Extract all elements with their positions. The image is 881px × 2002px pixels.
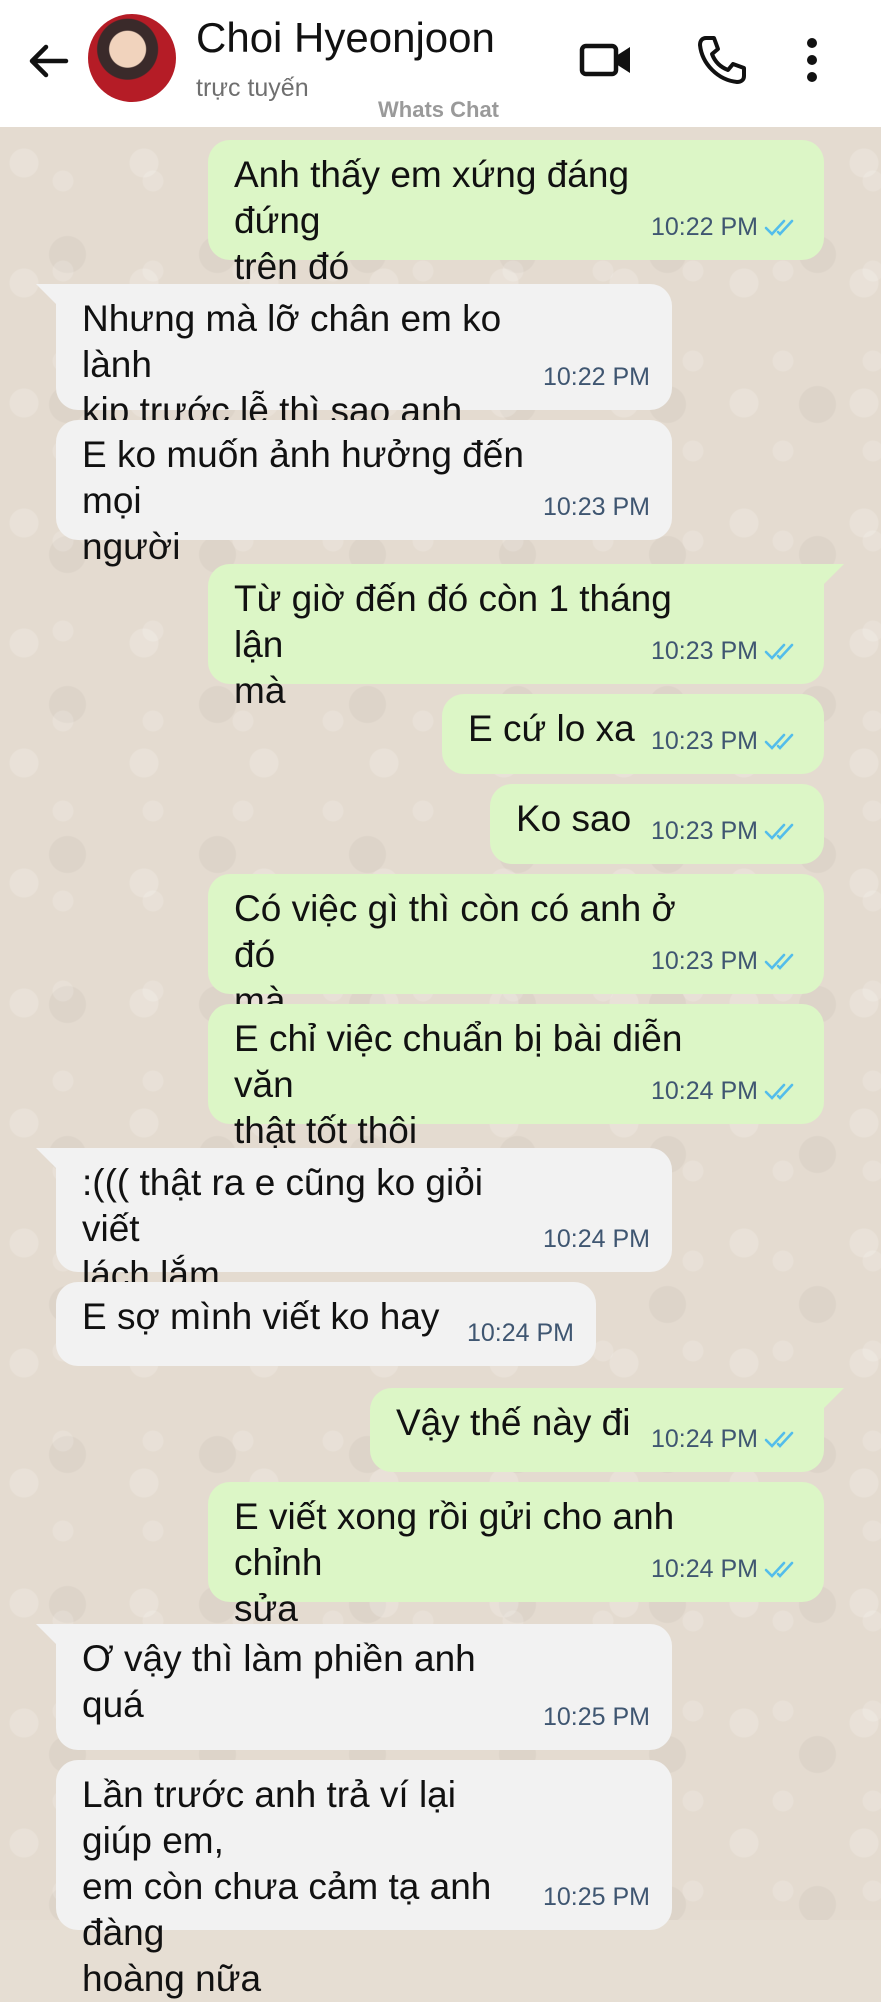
message-meta: 10:24 PM bbox=[467, 1310, 574, 1356]
contact-avatar[interactable] bbox=[88, 14, 176, 102]
message-meta: 10:23 PM bbox=[651, 938, 802, 984]
read-receipt-icon bbox=[764, 823, 794, 840]
message-meta: 10:25 PM bbox=[543, 1874, 650, 1920]
message-text: E sợ mình viết ko hay bbox=[82, 1296, 440, 1337]
more-options-icon[interactable] bbox=[782, 30, 842, 90]
message-timestamp: 10:24 PM bbox=[650, 1425, 758, 1453]
message-timestamp: 10:25 PM bbox=[542, 1703, 650, 1731]
message-meta: 10:23 PM bbox=[651, 718, 802, 764]
message-meta: 10:22 PM bbox=[543, 354, 650, 400]
incoming-message-bubble[interactable]: Lần trước anh trả ví lại giúp em, em còn… bbox=[56, 1760, 672, 1999]
incoming-message-bubble[interactable]: E sợ mình viết ko hay 10:24 PM bbox=[56, 1282, 596, 1366]
outgoing-message-bubble[interactable]: E chỉ việc chuẩn bị bài diễn văn thật tố… bbox=[208, 1004, 824, 1151]
contact-status: trực tuyến bbox=[196, 74, 309, 102]
read-receipt-icon bbox=[764, 643, 794, 660]
read-receipt-icon bbox=[764, 953, 794, 970]
message-meta: 10:24 PM bbox=[651, 1416, 802, 1462]
outgoing-message-bubble[interactable]: Anh thấy em xứng đáng đứng trên đó 10:22 … bbox=[208, 140, 824, 287]
message-text: Lần trước anh trả ví lại giúp em, em còn… bbox=[82, 1774, 492, 1999]
message-timestamp: 10:24 PM bbox=[650, 1555, 758, 1583]
message-timestamp: 10:24 PM bbox=[650, 1077, 758, 1105]
message-timestamp: 10:23 PM bbox=[542, 493, 650, 521]
app-watermark-label: Whats Chat bbox=[378, 97, 499, 122]
message-meta: 10:23 PM bbox=[543, 484, 650, 530]
message-timestamp: 10:23 PM bbox=[650, 947, 758, 975]
outgoing-message-bubble[interactable]: Có việc gì thì còn có anh ở đó mà 10:23 P… bbox=[208, 874, 824, 1021]
outgoing-message-bubble[interactable]: E viết xong rồi gửi cho anh chỉnh sửa 10:… bbox=[208, 1482, 824, 1629]
read-receipt-icon bbox=[764, 733, 794, 750]
incoming-message-bubble[interactable]: Nhưng mà lỡ chân em ko lành kịp trước lễ… bbox=[36, 284, 672, 431]
read-receipt-icon bbox=[764, 219, 794, 236]
message-meta: 10:23 PM bbox=[651, 628, 802, 674]
chat-header: Choi Hyeonjoon trực tuyến Whats Chat bbox=[0, 0, 881, 127]
contact-name[interactable]: Choi Hyeonjoon bbox=[196, 14, 495, 62]
message-text: Vậy thế này đi bbox=[396, 1402, 631, 1443]
message-timestamp: 10:23 PM bbox=[650, 727, 758, 755]
message-meta: 10:22 PM bbox=[651, 204, 802, 250]
message-text: E ko muốn ảnh hưởng đến mọi người bbox=[82, 434, 524, 567]
outgoing-message-bubble[interactable]: E cứ lo xa 10:23 PM bbox=[442, 694, 824, 774]
read-receipt-icon bbox=[764, 1561, 794, 1578]
outgoing-message-bubble[interactable]: Ko sao 10:23 PM bbox=[490, 784, 824, 864]
message-meta: 10:24 PM bbox=[651, 1068, 802, 1114]
message-timestamp: 10:22 PM bbox=[650, 213, 758, 241]
message-timestamp: 10:24 PM bbox=[542, 1225, 650, 1253]
video-call-icon[interactable] bbox=[576, 30, 636, 90]
message-text: Nhưng mà lỡ chân em ko lành kịp trước lễ… bbox=[82, 298, 502, 431]
message-timestamp: 10:25 PM bbox=[542, 1883, 650, 1911]
incoming-message-bubble[interactable]: E ko muốn ảnh hưởng đến mọi người 10:23 P… bbox=[56, 420, 672, 567]
message-timestamp: 10:23 PM bbox=[650, 637, 758, 665]
message-meta: 10:25 PM bbox=[543, 1694, 650, 1740]
message-text: :((( thật ra e cũng ko giỏi viết lách lắ… bbox=[82, 1162, 484, 1295]
read-receipt-icon bbox=[764, 1083, 794, 1100]
message-text: Anh thấy em xứng đáng đứng trên đó bbox=[234, 154, 630, 287]
read-receipt-icon bbox=[764, 1431, 794, 1448]
message-meta: 10:24 PM bbox=[543, 1216, 650, 1262]
incoming-message-bubble[interactable]: Ơ vậy thì làm phiền anh quá 10:25 PM bbox=[36, 1624, 672, 1750]
message-meta: 10:24 PM bbox=[651, 1546, 802, 1592]
message-timestamp: 10:22 PM bbox=[542, 363, 650, 391]
back-arrow-icon[interactable] bbox=[22, 34, 76, 88]
message-text: E viết xong rồi gửi cho anh chỉnh sửa bbox=[234, 1496, 675, 1629]
outgoing-message-bubble[interactable]: Từ giờ đến đó còn 1 tháng lận mà 10:23 PM bbox=[208, 564, 844, 711]
message-meta: 10:23 PM bbox=[651, 808, 802, 854]
phone-call-icon[interactable] bbox=[692, 30, 752, 90]
message-timestamp: 10:24 PM bbox=[466, 1319, 574, 1347]
incoming-message-bubble[interactable]: :((( thật ra e cũng ko giỏi viết lách lắ… bbox=[36, 1148, 672, 1295]
message-text: E chỉ việc chuẩn bị bài diễn văn thật tố… bbox=[234, 1018, 683, 1151]
message-text: Ơ vậy thì làm phiền anh quá bbox=[82, 1638, 476, 1725]
outgoing-message-bubble[interactable]: Vậy thế này đi 10:24 PM bbox=[370, 1388, 844, 1472]
message-timestamp: 10:23 PM bbox=[650, 817, 758, 845]
